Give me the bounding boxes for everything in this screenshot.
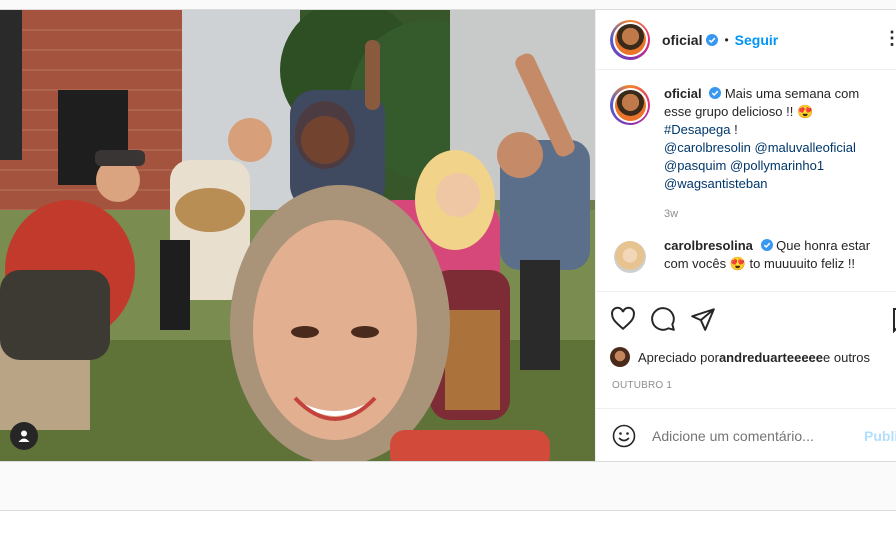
likes-suffix[interactable]: e outros [823, 350, 870, 365]
mention-link[interactable]: @pasquim [664, 158, 726, 173]
verified-icon [706, 33, 719, 46]
caption-end: ! [730, 122, 738, 137]
heart-eyes-emoji: 😍 [796, 104, 814, 119]
comment-input[interactable] [652, 427, 852, 444]
comment-icon[interactable] [650, 306, 676, 332]
caption-text: oficial Mais uma semana com esse grupo d… [664, 85, 883, 223]
mention-link[interactable]: @carolbresolin [664, 140, 751, 155]
commenter-avatar[interactable] [614, 241, 646, 273]
publish-button[interactable]: Publi [864, 428, 896, 444]
caption-row: oficial Mais uma semana com esse grupo d… [610, 85, 883, 223]
post-container: oficial • Seguir ⋮ oficial [0, 10, 896, 462]
emoji-icon[interactable] [612, 424, 636, 448]
comment-text: carolbresolina Que honra estar com vocês… [664, 237, 883, 273]
mention-link[interactable]: @wagsantisteban [664, 176, 768, 191]
comment-row: carolbresolina Que honra estar com vocês… [610, 237, 883, 273]
likes-summary: Apreciado por andreduarteeeee e outros [610, 347, 870, 367]
heart-icon[interactable] [610, 306, 636, 332]
add-comment-bar: Publi [596, 408, 896, 461]
action-bar [596, 291, 896, 345]
next-section [0, 511, 896, 547]
heart-eyes-emoji: 😍 [729, 256, 746, 271]
post-sidebar: oficial • Seguir ⋮ oficial [595, 10, 896, 461]
share-icon[interactable] [690, 306, 716, 332]
comment-end: to muuuuito feliz !! [745, 256, 856, 271]
comments-section: oficial Mais uma semana com esse grupo d… [596, 71, 896, 291]
more-options-icon[interactable]: ⋮ [883, 28, 896, 49]
mention-link[interactable]: @maluvalleoficial [755, 140, 856, 155]
user-tag-button[interactable] [10, 422, 38, 450]
commenter-username[interactable]: carolbresolina [664, 238, 753, 253]
author-username[interactable]: oficial [662, 32, 702, 48]
author-avatar[interactable] [610, 19, 650, 60]
mention-link[interactable]: @pollymarinho1 [730, 158, 824, 173]
likes-prefix: Apreciado por [638, 349, 719, 365]
user-tag-icon [18, 430, 30, 442]
post-photo[interactable] [0, 10, 595, 461]
liker-avatar[interactable] [610, 347, 630, 367]
caption-avatar[interactable] [610, 85, 650, 125]
save-icon[interactable] [892, 307, 896, 333]
verified-icon [709, 87, 722, 99]
caption-age[interactable]: 3w [664, 205, 883, 223]
follow-button[interactable]: Seguir [735, 32, 779, 48]
top-divider [0, 0, 896, 10]
liker-username[interactable]: andreduarteeeee [719, 350, 823, 365]
post-header: oficial • Seguir ⋮ [596, 10, 896, 70]
hashtag-link[interactable]: #Desapega [664, 122, 731, 137]
caption-username[interactable]: oficial [664, 86, 702, 101]
post-date[interactable]: OUTUBRO 1 [612, 380, 672, 391]
verified-icon [760, 239, 773, 251]
photo-illustration [0, 10, 595, 461]
separator-dot: • [724, 32, 729, 47]
